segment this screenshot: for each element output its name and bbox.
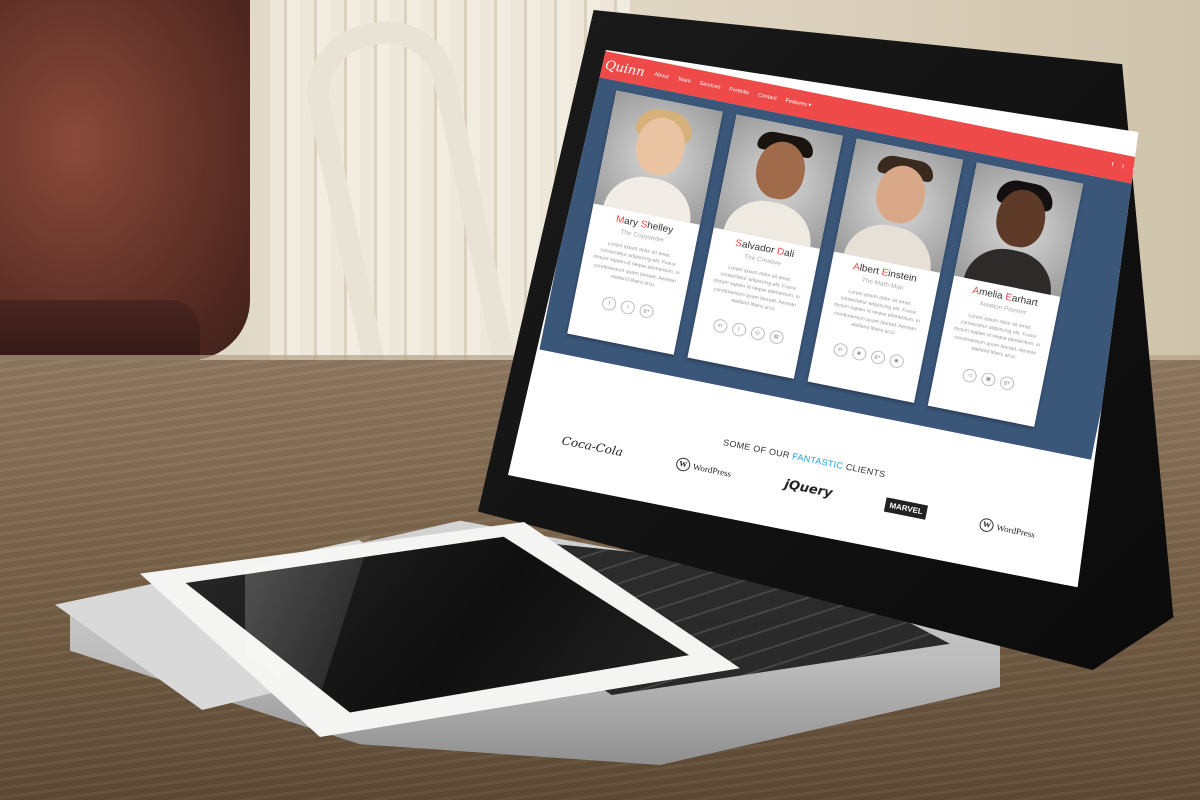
team-member-bio: Lorem ipsum dolor sit amet, consectetur …	[953, 312, 1041, 361]
facebook-icon[interactable]: f	[1111, 162, 1114, 168]
team-social: in t ◎ ▤	[694, 314, 803, 348]
wordpress-icon: W	[978, 516, 996, 533]
coca-cola-logo[interactable]: Coca-Cola	[561, 433, 624, 458]
twitter-icon[interactable]: t	[619, 299, 637, 316]
team-social: in ◙ g+ ◉	[814, 338, 923, 372]
team-photo	[713, 114, 843, 249]
team-member-bio: Lorem ipsum dolor sit amet, consectetur …	[712, 264, 801, 313]
team-social: ◁ ▣ g+	[934, 362, 1043, 396]
twitter-icon[interactable]: t	[1121, 164, 1124, 170]
google-plus-icon[interactable]: g+	[638, 303, 655, 320]
twitter-icon[interactable]: t	[730, 321, 747, 338]
wordpress-logo[interactable]: W WordPress	[978, 516, 1037, 541]
telegram-icon[interactable]: ◁	[961, 367, 978, 384]
nav-services[interactable]: Services	[699, 81, 721, 91]
google-plus-icon[interactable]: g+	[998, 375, 1016, 392]
team-photo	[593, 90, 723, 225]
dribbble-icon[interactable]: ◎	[749, 325, 766, 342]
marvel-logo[interactable]: MARVEL	[884, 497, 929, 520]
facebook-icon[interactable]: f	[600, 295, 618, 312]
nav-about[interactable]: About	[654, 72, 669, 80]
nav-contact[interactable]: Contact	[757, 92, 777, 101]
team-photo	[954, 162, 1084, 297]
linkedin-icon[interactable]: in	[831, 341, 849, 358]
google-plus-icon[interactable]: g+	[869, 349, 886, 366]
site-logo[interactable]: Quinn	[604, 58, 646, 80]
vine-icon[interactable]: ▣	[980, 371, 997, 388]
team-member-bio: Lorem ipsum dolor sit amet, consectetur …	[833, 288, 921, 337]
team-social: f t g+	[573, 290, 682, 324]
wordpress-icon: W	[674, 456, 692, 472]
instagram-icon[interactable]: ◙	[850, 345, 868, 362]
pinterest-icon[interactable]: ◉	[888, 353, 905, 370]
stack-icon[interactable]: ▤	[767, 329, 785, 346]
nav-team[interactable]: Team	[677, 76, 691, 84]
wordpress-logo[interactable]: W WordPress	[674, 456, 733, 480]
nav-portfolio[interactable]: Portfolio	[729, 87, 750, 97]
linkedin-icon[interactable]: in	[711, 317, 729, 334]
team-member-bio: Lorem ipsum dolor sit amet, consectetur …	[592, 240, 680, 289]
nav-features-dropdown[interactable]: Features ▾	[785, 98, 812, 109]
jquery-logo[interactable]: jQuery	[783, 477, 834, 501]
team-photo	[833, 138, 964, 273]
